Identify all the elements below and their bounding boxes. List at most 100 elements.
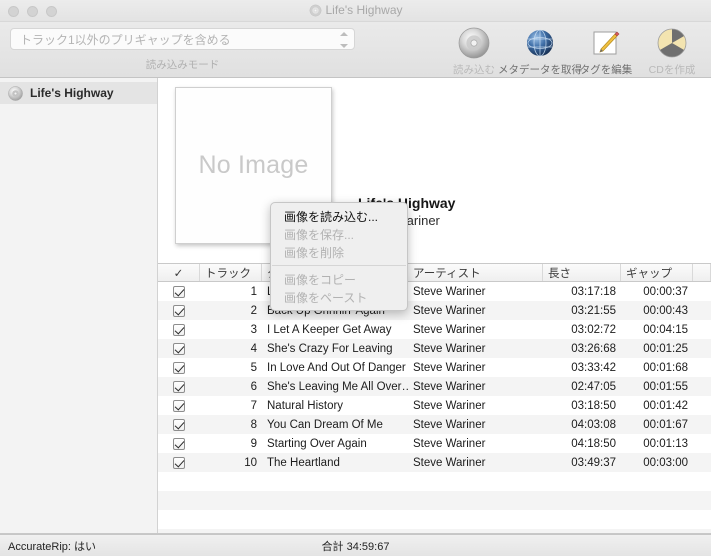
header-artist[interactable]: アーティスト: [408, 264, 543, 281]
stepper-arrows-icon[interactable]: [339, 32, 348, 48]
read-mode-value: トラック1以外のプリギャップを含める: [20, 32, 231, 47]
cell-length: 04:18:50: [571, 437, 616, 450]
get-metadata-button-label: メタデータを取得: [498, 64, 582, 76]
edit-tags-button-label: タグを編集: [579, 64, 633, 76]
checkbox-checked-icon: [173, 399, 185, 412]
table-row[interactable]: 5 In Love And Out Of Danger Steve Wariner 0…: [158, 358, 711, 377]
cell-title: The Heartland: [267, 456, 340, 469]
table-row[interactable]: 1Life's HighwaySteve Wariner03:17:1800:0…: [158, 282, 711, 301]
cell-gap: 00:01:67: [643, 418, 688, 431]
row-checkbox[interactable]: [158, 304, 200, 317]
header-gap[interactable]: ギャップ: [621, 264, 693, 281]
context-menu-item[interactable]: 画像を読み込む...: [271, 207, 407, 225]
row-checkbox[interactable]: [158, 380, 200, 393]
read-mode-group: トラック1以外のプリギャップを含める 読み込みモード: [10, 28, 355, 72]
table-row[interactable]: 7 Natural History Steve Wariner 03:18:50 00:…: [158, 396, 711, 415]
cell-artist: Steve Wariner: [413, 380, 486, 393]
row-checkbox[interactable]: [158, 342, 200, 355]
empty-row: [158, 529, 711, 533]
row-checkbox[interactable]: [158, 285, 200, 298]
cell-gap: 00:01:25: [643, 342, 688, 355]
table-row[interactable]: 9 Starting Over Again Steve Wariner 04:18:5…: [158, 434, 711, 453]
cell-gap: 00:01:13: [643, 437, 688, 450]
toolbar-button-group: 読み込む メタデータを取得 タグを編集 CDを作成: [441, 25, 705, 77]
cd-disc-icon: [8, 85, 23, 101]
empty-row: [158, 491, 711, 510]
globe-icon: [527, 29, 553, 57]
edit-tags-button[interactable]: タグを編集: [573, 25, 639, 77]
window-title: Life's Highway: [325, 3, 403, 17]
row-checkbox[interactable]: [158, 399, 200, 412]
row-checkbox[interactable]: [158, 418, 200, 431]
burn-cd-button[interactable]: CDを作成: [639, 25, 705, 77]
header-filler: [693, 264, 711, 281]
read-mode-label: 読み込みモード: [145, 59, 220, 71]
cell-title: Natural History: [267, 399, 344, 412]
cell-track-number: 2: [250, 304, 257, 317]
checkbox-checked-icon: [173, 323, 185, 336]
cell-artist: Steve Wariner: [413, 304, 486, 317]
cell-gap: 00:00:43: [643, 304, 688, 317]
cell-artist: Steve Wariner: [413, 342, 486, 355]
cell-title: You Can Dream Of Me: [267, 418, 383, 431]
cell-track-number: 1: [250, 285, 257, 298]
checkbox-checked-icon: [173, 456, 185, 469]
cell-length: 03:33:42: [571, 361, 616, 374]
sidebar-item-label: Life's Highway: [30, 86, 114, 100]
checkbox-checked-icon: [173, 304, 185, 317]
import-button-label: 読み込む: [453, 64, 495, 76]
checkbox-checked-icon: [173, 361, 185, 374]
track-table: ✓ トラック タイトル アーティスト 長さ ギャップ 1Life's Highw…: [158, 263, 711, 533]
cd-disc-icon: [458, 27, 490, 59]
pencil-edit-icon: [593, 31, 620, 55]
read-mode-select[interactable]: トラック1以外のプリギャップを含める: [10, 28, 355, 50]
context-menu-separator: [272, 265, 406, 266]
header-track[interactable]: トラック: [200, 264, 262, 281]
cell-track-number: 4: [250, 342, 257, 355]
cell-length: 03:21:55: [571, 304, 616, 317]
cd-disc-icon: [309, 4, 321, 16]
context-menu-item: 画像を削除: [284, 245, 345, 260]
sidebar: Life's Highway: [0, 78, 158, 533]
sidebar-item-disc[interactable]: Life's Highway: [0, 82, 157, 104]
row-checkbox[interactable]: [158, 323, 200, 336]
context-menu-item: 画像を保存...: [284, 227, 355, 242]
header-length[interactable]: 長さ: [543, 264, 621, 281]
cell-gap: 00:00:37: [643, 285, 688, 298]
table-row[interactable]: 10 The Heartland Steve Wariner 03:49:37 00:0…: [158, 453, 711, 472]
cell-artist: Steve Wariner: [413, 456, 486, 469]
table-row[interactable]: 2Back Up Grinnin' AgainSteve Wariner03:2…: [158, 301, 711, 320]
table-body: 1Life's HighwaySteve Wariner03:17:1800:0…: [158, 282, 711, 533]
row-checkbox[interactable]: [158, 361, 200, 374]
application-window: Life's Highway トラック1以外のプリギャップを含める 読み込みモー…: [0, 0, 711, 556]
table-row[interactable]: 3 I Let A Keeper Get Away Steve Wariner 03:…: [158, 320, 711, 339]
get-metadata-button[interactable]: メタデータを取得: [498, 25, 582, 77]
window-title-group: Life's Highway: [0, 3, 711, 17]
table-row[interactable]: 8 You Can Dream Of Me Steve Wariner 04:03:0…: [158, 415, 711, 434]
cell-gap: 00:03:00: [643, 456, 688, 469]
context-menu-item: 画像をコピー: [284, 272, 357, 287]
cell-track-number: 6: [250, 380, 257, 393]
cell-artist: Steve Wariner: [413, 361, 486, 374]
cell-artist: Steve Wariner: [413, 323, 486, 336]
burn-disc-icon: [657, 28, 687, 58]
context-menu-item: 画像をペースト: [284, 290, 368, 305]
header-check[interactable]: ✓: [158, 264, 200, 281]
cell-length: 03:02:72: [571, 323, 616, 336]
artwork-placeholder-label: No Image: [198, 151, 309, 179]
checkbox-checked-icon: [173, 342, 185, 355]
row-checkbox[interactable]: [158, 437, 200, 450]
table-row[interactable]: 4 She's Crazy For Leaving Steve Wariner 03:…: [158, 339, 711, 358]
cell-title: Starting Over Again: [267, 437, 367, 450]
checkbox-checked-icon: [173, 437, 185, 450]
cell-track-number: 3: [250, 323, 257, 336]
artwork-context-menu[interactable]: 画像を読み込む... 画像を保存... 画像を削除画像をコピー 画像をペースト: [270, 202, 408, 311]
cell-length: 02:47:05: [571, 380, 616, 393]
cell-artist: Steve Wariner: [413, 418, 486, 431]
checkbox-checked-icon: [173, 285, 185, 298]
row-checkbox[interactable]: [158, 456, 200, 469]
checkbox-checked-icon: [173, 418, 185, 431]
cell-track-number: 7: [250, 399, 257, 412]
table-row[interactable]: 6 She's Leaving Me All Over… Steve Wariner…: [158, 377, 711, 396]
album-header: No Image Life's Highway Steve Wariner: [158, 78, 711, 263]
